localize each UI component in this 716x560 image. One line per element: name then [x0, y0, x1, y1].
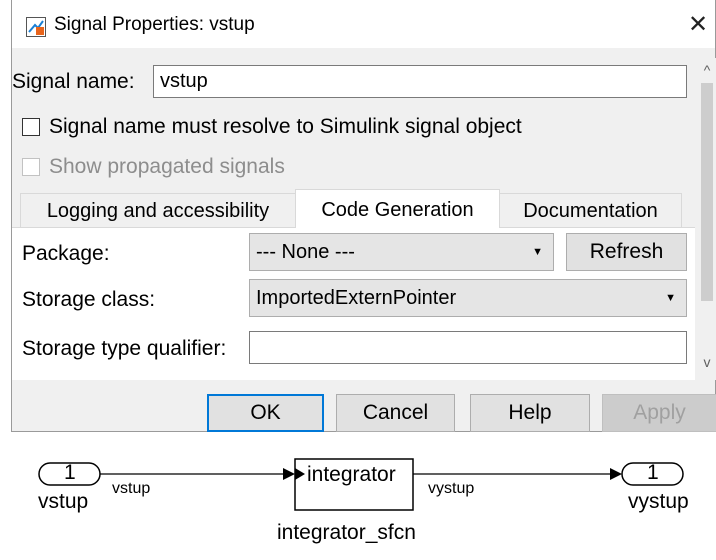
close-icon[interactable]: ✕: [681, 10, 715, 40]
signal-properties-dialog: Signal Properties: vstup ✕ Signal name: …: [11, 0, 716, 432]
simulink-model-canvas: 1 vstup vstup integrator integrator_sfcn…: [0, 432, 716, 560]
output-arrowhead-icon: [610, 468, 622, 480]
storage-qualifier-label: Storage type qualifier:: [22, 337, 227, 360]
show-propagated-checkbox[interactable]: [22, 158, 40, 176]
apply-button[interactable]: Apply: [602, 394, 716, 432]
chevron-down-icon: ▼: [665, 292, 676, 304]
storage-class-value: ImportedExternPointer: [256, 287, 457, 309]
tab-logging-accessibility[interactable]: Logging and accessibility: [20, 193, 296, 227]
chevron-down-icon: ▼: [532, 246, 543, 258]
show-propagated-label: Show propagated signals: [49, 155, 285, 178]
outport-name[interactable]: vystup: [628, 490, 689, 514]
code-generation-panel: Package: --- None --- ▼ Refresh Storage …: [12, 227, 695, 380]
inport-number: 1: [64, 461, 76, 484]
refresh-button[interactable]: Refresh: [566, 233, 687, 271]
signal-name-label: Signal name:: [12, 70, 135, 93]
signal-name-input[interactable]: [153, 65, 687, 98]
scroll-down-icon[interactable]: v: [698, 354, 716, 370]
vertical-scrollbar[interactable]: ^ v: [698, 58, 716, 380]
inport-name[interactable]: vstup: [38, 490, 88, 514]
resolve-signal-checkbox[interactable]: [22, 118, 40, 136]
cancel-button[interactable]: Cancel: [336, 394, 455, 432]
tab-documentation[interactable]: Documentation: [499, 193, 682, 227]
scroll-up-icon[interactable]: ^: [698, 62, 716, 78]
ok-button[interactable]: OK: [207, 394, 324, 432]
package-dropdown[interactable]: --- None --- ▼: [249, 233, 554, 271]
storage-class-dropdown[interactable]: ImportedExternPointer ▼: [249, 279, 687, 317]
help-button[interactable]: Help: [470, 394, 590, 432]
outport-number: 1: [647, 461, 659, 484]
simulink-app-icon: [26, 17, 46, 37]
package-value: --- None ---: [256, 241, 355, 263]
integrator-block-label: integrator: [307, 463, 396, 486]
scrollbar-thumb[interactable]: [701, 83, 713, 301]
package-label: Package:: [22, 242, 110, 265]
output-signal-label[interactable]: vystup: [428, 480, 474, 498]
input-arrowhead-icon: [283, 468, 295, 480]
storage-class-label: Storage class:: [22, 288, 156, 311]
title-bar[interactable]: Signal Properties: vstup ✕: [12, 0, 715, 48]
resolve-signal-label: Signal name must resolve to Simulink sig…: [49, 115, 522, 138]
storage-qualifier-input[interactable]: [249, 331, 687, 364]
input-signal-label[interactable]: vstup: [112, 480, 150, 498]
integrator-block-name[interactable]: integrator_sfcn: [277, 521, 416, 545]
window-title: Signal Properties: vstup: [54, 14, 255, 35]
tab-code-generation[interactable]: Code Generation: [295, 189, 500, 228]
